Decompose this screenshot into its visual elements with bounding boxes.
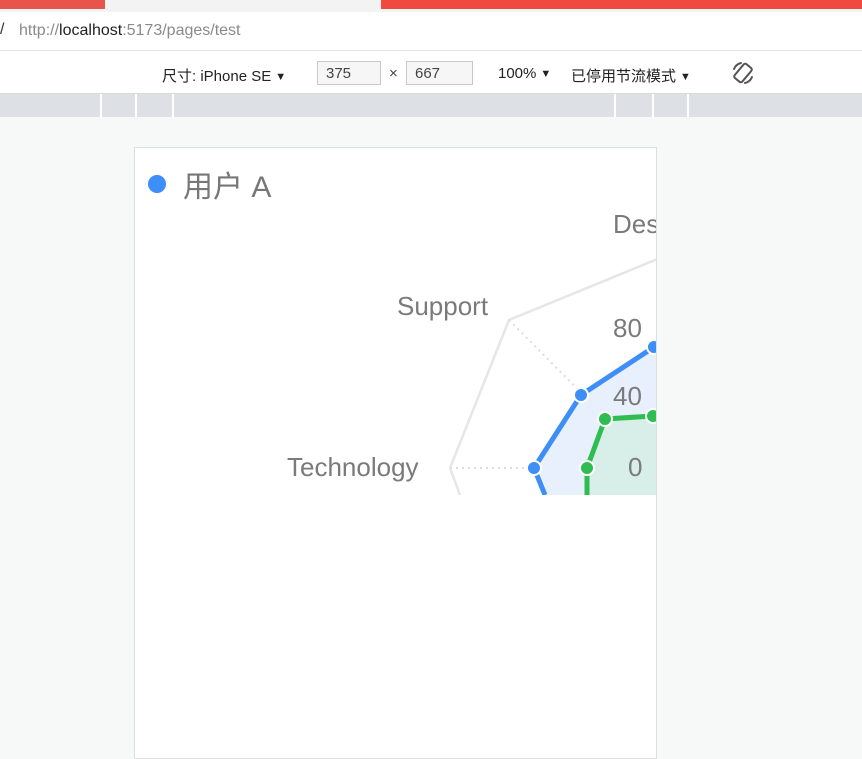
series-a-point[interactable]	[573, 387, 589, 403]
ruler-mark	[100, 94, 102, 117]
tab-strip	[0, 0, 862, 12]
series-b-point[interactable]	[597, 411, 613, 427]
device-label: 尺寸: iPhone SE	[162, 68, 272, 85]
width-input[interactable]	[317, 61, 381, 85]
address-bar: / http://localhost:5173/pages/test	[0, 12, 862, 51]
series-a-point[interactable]	[646, 339, 656, 355]
throttle-dropdown[interactable]: 已停用节流模式 ▼	[571, 65, 691, 86]
zoom-label: 100%	[498, 65, 537, 82]
ruler-mark	[614, 94, 616, 117]
zoom-dropdown[interactable]: 100% ▼	[498, 65, 551, 82]
ruler-mark	[135, 94, 137, 117]
height-input[interactable]	[406, 61, 473, 85]
tick-label-40: 40	[613, 381, 642, 411]
series-b-point[interactable]	[645, 408, 656, 424]
ruler-mark	[652, 94, 654, 117]
axis-label-design: Des	[613, 209, 656, 239]
chevron-down-icon: ▼	[275, 71, 287, 83]
address-edge-icon: /	[0, 21, 5, 38]
axis-label-technology: Technology	[287, 452, 419, 482]
chevron-down-icon: ▼	[680, 71, 691, 83]
radar-grid-outer-lower	[448, 467, 462, 495]
url-scheme: http://	[19, 22, 60, 39]
series-a-point[interactable]	[526, 460, 542, 476]
device-toolbar: 尺寸: iPhone SE▼ × 100%▼ 已停用节流模式▼	[0, 51, 862, 94]
url-field[interactable]: http://localhost:5173/pages/test	[19, 22, 241, 40]
browser-tab-left[interactable]	[0, 0, 105, 9]
url-host: localhost	[59, 22, 123, 39]
series-b-point[interactable]	[579, 460, 595, 476]
tick-label-0: 0	[628, 452, 642, 482]
axis-label-support: Support	[397, 291, 489, 321]
device-viewport: 用户 A Des Support Technology 80 40 0	[134, 147, 657, 759]
ruler-mark	[687, 94, 689, 117]
device-ruler	[0, 94, 862, 117]
browser-tab-right[interactable]	[381, 0, 862, 9]
ruler-mark	[172, 94, 174, 117]
device-dropdown[interactable]: 尺寸: iPhone SE ▼	[162, 65, 286, 86]
chevron-down-icon: ▼	[540, 68, 552, 80]
throttle-label: 已停用节流模式	[571, 68, 677, 85]
dimension-separator: ×	[389, 65, 398, 82]
radar-chart: Des Support Technology 80 40 0	[287, 209, 656, 495]
tick-label-80: 80	[613, 313, 642, 343]
url-path: :5173/pages/test	[122, 22, 241, 39]
rotate-icon[interactable]	[730, 60, 756, 86]
